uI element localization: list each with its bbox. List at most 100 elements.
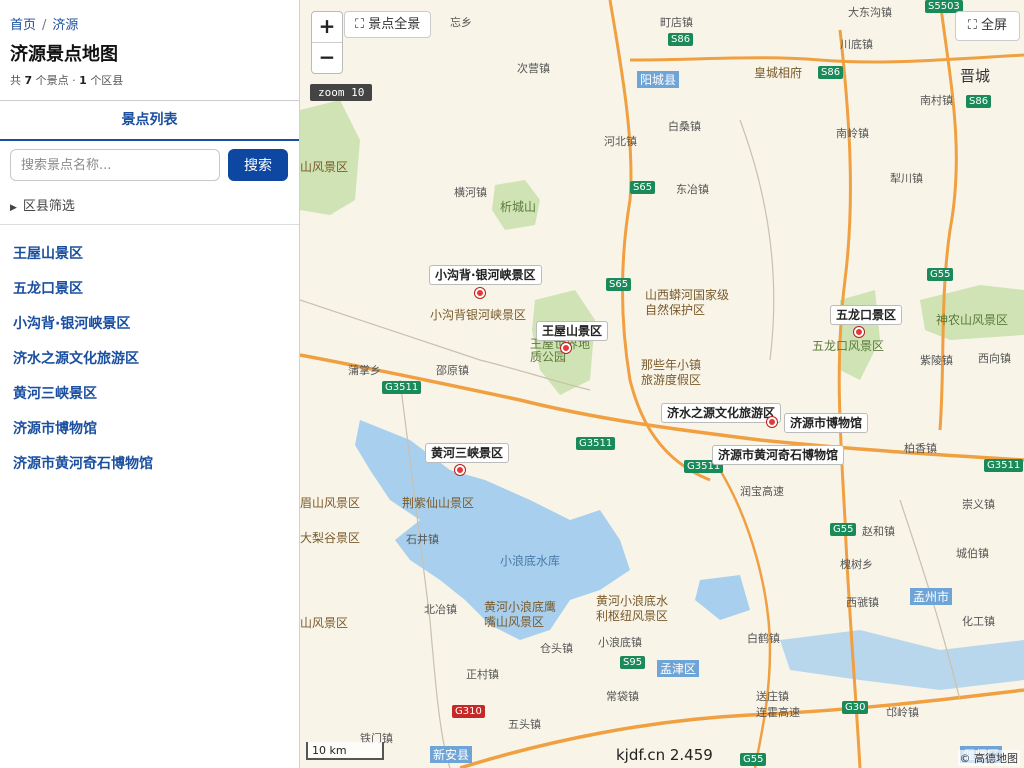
list-item[interactable]: 济水之源文化旅游区	[0, 344, 299, 379]
search-row: 搜索	[0, 141, 299, 181]
list-item[interactable]: 济源市黄河奇石博物馆	[0, 449, 299, 484]
map-label: 邵原镇	[436, 364, 469, 377]
map-label: 城伯镇	[956, 547, 989, 560]
map-label: 黄河小浪底鹰嘴山风景区	[484, 600, 557, 629]
marker-label[interactable]: 黄河三峡景区	[425, 443, 510, 463]
tab-spot-list[interactable]: 景点列表	[0, 101, 299, 141]
road-shield: G310	[452, 705, 485, 718]
zoom-level-badge: zoom 10	[310, 84, 373, 101]
road-shield: G55	[830, 523, 857, 536]
expand-triangle-icon: ▶	[10, 203, 17, 213]
map-label: 送庄镇	[756, 690, 789, 703]
map-label: 槐树乡	[840, 558, 873, 571]
summary-mid: 个景点 ·	[35, 74, 76, 87]
marker-pin-icon[interactable]	[854, 327, 864, 337]
map-label: 犁川镇	[890, 172, 923, 185]
zoom-in-button[interactable]: +	[312, 12, 342, 43]
road-shield: S95	[620, 656, 646, 669]
list-item[interactable]: 黄河三峡景区	[0, 379, 299, 414]
road-shield: G55	[740, 753, 767, 766]
list-item[interactable]: 王屋山景区	[0, 239, 299, 274]
road-shield: G55	[927, 268, 954, 281]
search-button[interactable]: 搜索	[228, 149, 288, 181]
map-label: 常袋镇	[606, 690, 639, 703]
map-label: 孟津区	[657, 660, 700, 677]
breadcrumb-separator: /	[42, 18, 47, 33]
map-label: 次营镇	[517, 62, 550, 75]
map-label: 小浪底水库	[500, 554, 561, 568]
marker-label[interactable]: 济源市黄河奇石博物馆	[712, 445, 845, 465]
scale-bar: 10 km	[306, 742, 384, 760]
map-label: 析城山	[500, 200, 537, 214]
map-label: 眉山风景区	[300, 496, 361, 510]
marker-pin-icon[interactable]	[561, 343, 571, 353]
road-shield: G3511	[984, 459, 1024, 472]
map-label: 大梨谷景区	[300, 531, 361, 545]
map-label: 川底镇	[840, 38, 873, 51]
breadcrumb-home-link[interactable]: 首页	[10, 18, 36, 33]
zoom-out-button[interactable]: −	[312, 43, 342, 74]
map-label: 山风景区	[300, 616, 349, 630]
map-label: 山风景区	[300, 160, 349, 174]
map-label: 新安县	[430, 746, 473, 763]
marker-pin-icon[interactable]	[455, 465, 465, 475]
map-label: 西向镇	[978, 352, 1011, 365]
map-label: 横河镇	[454, 186, 487, 199]
spot-count: 7	[24, 74, 33, 87]
map-label: 河北镇	[604, 135, 637, 148]
map-canvas[interactable]: 町店镇 大东沟镇 川底镇 皇城相府 阳城县 晋城 南村镇 次营镇 白桑镇 河北镇…	[300, 0, 1024, 768]
marker-pin-icon[interactable]	[767, 417, 777, 427]
map-label: 北冶镇	[424, 603, 457, 616]
breadcrumb-current-link[interactable]: 济源	[52, 18, 78, 33]
map-label: 蒲掌乡	[348, 364, 381, 377]
map-label: 晋城	[960, 67, 991, 85]
marker-label[interactable]: 五龙口景区	[830, 305, 903, 325]
map-label: 化工镇	[962, 615, 995, 628]
map-label: 赵和镇	[862, 525, 895, 538]
marker-label[interactable]: 济水之源文化旅游区	[661, 403, 782, 423]
map-label: 大东沟镇	[848, 6, 892, 19]
map-label: 五头镇	[508, 718, 541, 731]
map-label: 那些年小镇旅游度假区	[641, 358, 702, 387]
district-filter-toggle[interactable]: ▶ 区县筛选	[0, 181, 299, 225]
marker-label[interactable]: 王屋山景区	[536, 321, 609, 341]
list-item[interactable]: 小沟背·银河峡景区	[0, 309, 299, 344]
search-input[interactable]	[10, 149, 220, 181]
sidebar-header: 首页 / 济源 济源景点地图 共 7 个景点 · 1 个区县	[0, 0, 299, 101]
map-label: 南岭镇	[836, 127, 869, 140]
map-label: 南村镇	[920, 94, 953, 107]
list-item[interactable]: 五龙口景区	[0, 274, 299, 309]
summary-prefix: 共	[10, 74, 21, 87]
map-label: 正村镇	[466, 668, 499, 681]
map-label: 崇义镇	[962, 498, 995, 511]
map-label: 神农山风景区	[936, 313, 1009, 327]
fit-all-spots-button[interactable]: ⛶ 景点全景	[344, 11, 432, 38]
marker-pin-icon[interactable]	[475, 288, 485, 298]
road-shield: S86	[966, 95, 992, 108]
map-label: 孟州市	[910, 588, 953, 605]
road-shield: S65	[606, 278, 632, 291]
breadcrumb: 首页 / 济源	[10, 14, 289, 34]
zoom-control: + −	[311, 11, 343, 74]
map-label: 小浪底镇	[598, 636, 642, 649]
spot-list: 王屋山景区 五龙口景区 小沟背·银河峡景区 济水之源文化旅游区 黄河三峡景区 济…	[0, 225, 299, 484]
map-label: 小沟背银河峡景区	[430, 308, 527, 322]
map-label: 柏香镇	[904, 442, 937, 455]
summary-suffix: 个区县	[90, 74, 124, 87]
map-label: 白鹤镇	[747, 632, 780, 645]
marker-label[interactable]: 小沟背·银河峡景区	[429, 265, 542, 285]
district-count: 1	[79, 74, 87, 87]
fullscreen-button[interactable]: ⛶ 全屏	[954, 11, 1020, 41]
marker-label[interactable]: 济源市博物馆	[784, 413, 869, 433]
app-root: 首页 / 济源 济源景点地图 共 7 个景点 · 1 个区县 景点列表 搜索 ▶ 区县…	[0, 0, 1024, 768]
map-label: 东冶镇	[676, 183, 709, 196]
map-label: 皇城相府	[754, 66, 803, 80]
road-shield: S65	[630, 181, 656, 194]
road-shield: S86	[668, 33, 694, 46]
list-item[interactable]: 济源市博物馆	[0, 414, 299, 449]
map-label: 阳城县	[637, 71, 680, 88]
map-label: 五龙口风景区	[812, 339, 885, 353]
road-shield: G3511	[576, 437, 616, 450]
road-shield: G3511	[382, 381, 422, 394]
summary-text: 共 7 个景点 · 1 个区县	[10, 72, 289, 88]
